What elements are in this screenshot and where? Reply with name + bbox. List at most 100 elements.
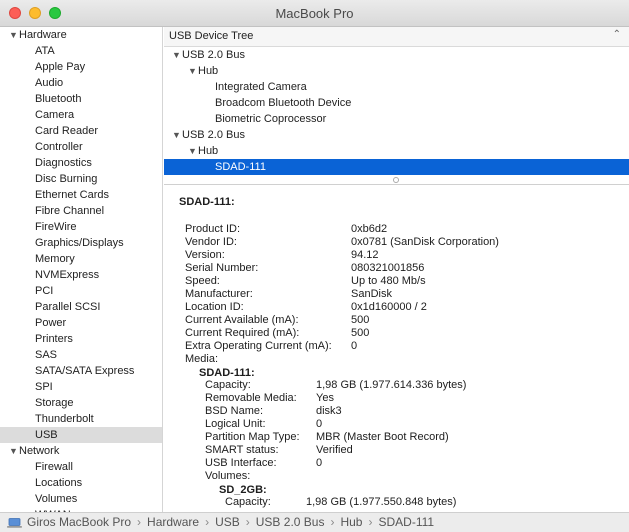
disclosure-triangle-icon[interactable]: ▼ [172, 47, 182, 63]
sidebar-item-disc-burning[interactable]: Disc Burning [0, 171, 162, 187]
sidebar-item-ethernet-cards[interactable]: Ethernet Cards [0, 187, 162, 203]
property-key: SMART status: [205, 444, 279, 456]
sidebar-item-locations[interactable]: Locations [0, 475, 162, 491]
property-value: 94.12 [351, 249, 379, 261]
breadcrumb: Giros MacBook Pro › Hardware › USB › USB 2.0 B… [27, 515, 434, 529]
status-bar: Giros MacBook Pro › Hardware › USB › USB 2.0 B… [0, 512, 629, 532]
pane-splitter[interactable] [164, 175, 629, 185]
sidebar-group-hardware[interactable]: ▼Hardware [0, 27, 162, 43]
property-row-version: Version: 94.12 [185, 249, 629, 262]
property-row-extra-operating-current-ma: Extra Operating Current (mA): 0 [185, 340, 629, 353]
window-title: MacBook Pro [275, 6, 354, 21]
breadcrumb-separator-icon: › [330, 515, 335, 529]
property-value: 1,98 GB (1.977.614.336 bytes) [316, 379, 467, 391]
property-value: 500 [351, 327, 370, 339]
breadcrumb-item-hub[interactable]: Hub [340, 515, 362, 529]
sidebar-item-memory[interactable]: Memory [0, 251, 162, 267]
sidebar-item-firewire[interactable]: FireWire [0, 219, 162, 235]
sidebar: ▼Hardware ATA Apple Pay Audio Bluetooth Camer… [0, 27, 163, 513]
tree-row-label: Hub [198, 145, 219, 157]
property-value: 0 [316, 457, 323, 469]
property-key: Capacity: [225, 496, 271, 508]
tree-header-label: USB Device Tree [169, 30, 254, 42]
property-key: Capacity: [205, 379, 251, 391]
breadcrumb-item-usb-2-0-bus[interactable]: USB 2.0 Bus [256, 515, 325, 529]
tree-row-broadcom-bluetooth-device[interactable]: Broadcom Bluetooth Device [164, 95, 629, 111]
disclosure-triangle-icon[interactable]: ▼ [9, 443, 19, 459]
tree-row-biometric-coprocessor[interactable]: Biometric Coprocessor [164, 111, 629, 127]
sidebar-item-volumes[interactable]: Volumes [0, 491, 162, 507]
splitter-handle-icon[interactable] [393, 177, 399, 183]
sidebar-item-bluetooth[interactable]: Bluetooth [0, 91, 162, 107]
tree-row-usb-2-0-bus[interactable]: ▼USB 2.0 Bus [164, 47, 629, 63]
sidebar-item-card-reader[interactable]: Card Reader [0, 123, 162, 139]
breadcrumb-item-sdad-111[interactable]: SDAD-111 [378, 515, 434, 529]
tree-row-sdad-111[interactable]: SDAD-111 [164, 159, 629, 175]
sidebar-item-printers[interactable]: Printers [0, 331, 162, 347]
sidebar-item-spi[interactable]: SPI [0, 379, 162, 395]
sidebar-item-camera[interactable]: Camera [0, 107, 162, 123]
breadcrumb-item-giros-macbook-pro[interactable]: Giros MacBook Pro [27, 515, 131, 529]
tree-row-label: Integrated Camera [215, 81, 307, 93]
property-row-partition-map-type: Partition Map Type: MBR (Master Boot Reco… [205, 431, 629, 444]
title-bar: MacBook Pro [0, 0, 629, 27]
tree-row-label: Hub [198, 65, 219, 77]
tree-row-label: Broadcom Bluetooth Device [215, 97, 352, 109]
sidebar-item-parallel-scsi[interactable]: Parallel SCSI [0, 299, 162, 315]
disclosure-triangle-icon[interactable]: ▼ [9, 27, 19, 43]
property-key: Vendor ID: [185, 236, 237, 248]
chevron-up-icon[interactable]: ⌃ [613, 29, 621, 40]
property-key: BSD Name: [205, 405, 264, 417]
sidebar-item-firewall[interactable]: Firewall [0, 459, 162, 475]
property-row-smart-status: SMART status: Verified [205, 444, 629, 457]
property-key: Product ID: [185, 223, 241, 235]
breadcrumb-separator-icon: › [205, 515, 210, 529]
sidebar-item-pci[interactable]: PCI [0, 283, 162, 299]
details-title: SDAD-111: [179, 196, 235, 208]
property-key: Extra Operating Current (mA): [185, 340, 332, 352]
breadcrumb-separator-icon: › [137, 515, 142, 529]
tree-row-usb-2-0-bus[interactable]: ▼USB 2.0 Bus [164, 127, 629, 143]
sidebar-item-audio[interactable]: Audio [0, 75, 162, 91]
sidebar-item-controller[interactable]: Controller [0, 139, 162, 155]
sidebar-item-ata[interactable]: ATA [0, 43, 162, 59]
sidebar-item-apple-pay[interactable]: Apple Pay [0, 59, 162, 75]
volume-title: SD_2GB: [219, 484, 267, 496]
sidebar-group-label: Hardware [19, 29, 67, 41]
breadcrumb-item-usb[interactable]: USB [215, 515, 240, 529]
disclosure-triangle-icon[interactable]: ▼ [188, 143, 198, 159]
property-key: Volumes: [205, 470, 251, 482]
property-value: Verified [316, 444, 353, 456]
tree-row-label: USB 2.0 Bus [182, 49, 245, 61]
disclosure-triangle-icon[interactable]: ▼ [188, 63, 198, 79]
sidebar-item-fibre-channel[interactable]: Fibre Channel [0, 203, 162, 219]
property-row-usb-interface: USB Interface: 0 [205, 457, 629, 470]
disclosure-triangle-icon[interactable]: ▼ [172, 127, 182, 143]
property-value: 1,98 GB (1.977.550.848 bytes) [306, 496, 457, 508]
property-row-capacity: Capacity: 1,98 GB (1.977.614.336 bytes) [205, 379, 629, 392]
tree-row-integrated-camera[interactable]: Integrated Camera [164, 79, 629, 95]
sidebar-item-sata-sata-express[interactable]: SATA/SATA Express [0, 363, 162, 379]
property-value: 080321001856 [351, 262, 425, 274]
tree-row-label: USB 2.0 Bus [182, 129, 245, 141]
property-key: Manufacturer: [185, 288, 253, 300]
laptop-icon [7, 518, 22, 528]
sidebar-item-usb[interactable]: USB [0, 427, 162, 443]
property-key: Current Required (mA): [185, 327, 300, 339]
tree-row-hub[interactable]: ▼Hub [164, 143, 629, 159]
property-value: 0x1d160000 / 2 [351, 301, 427, 313]
sidebar-group-network[interactable]: ▼Network [0, 443, 162, 459]
sidebar-item-storage[interactable]: Storage [0, 395, 162, 411]
property-row-location-id: Location ID: 0x1d160000 / 2 [185, 301, 629, 314]
sidebar-item-graphics-displays[interactable]: Graphics/Displays [0, 235, 162, 251]
sidebar-item-sas[interactable]: SAS [0, 347, 162, 363]
tree-row-hub[interactable]: ▼Hub [164, 63, 629, 79]
sidebar-item-nvmexpress[interactable]: NVMExpress [0, 267, 162, 283]
property-key: Media: [185, 353, 219, 365]
property-key: Speed: [185, 275, 220, 287]
breadcrumb-item-hardware[interactable]: Hardware [147, 515, 199, 529]
property-value: 0 [316, 418, 323, 430]
sidebar-item-diagnostics[interactable]: Diagnostics [0, 155, 162, 171]
sidebar-item-power[interactable]: Power [0, 315, 162, 331]
sidebar-item-thunderbolt[interactable]: Thunderbolt [0, 411, 162, 427]
